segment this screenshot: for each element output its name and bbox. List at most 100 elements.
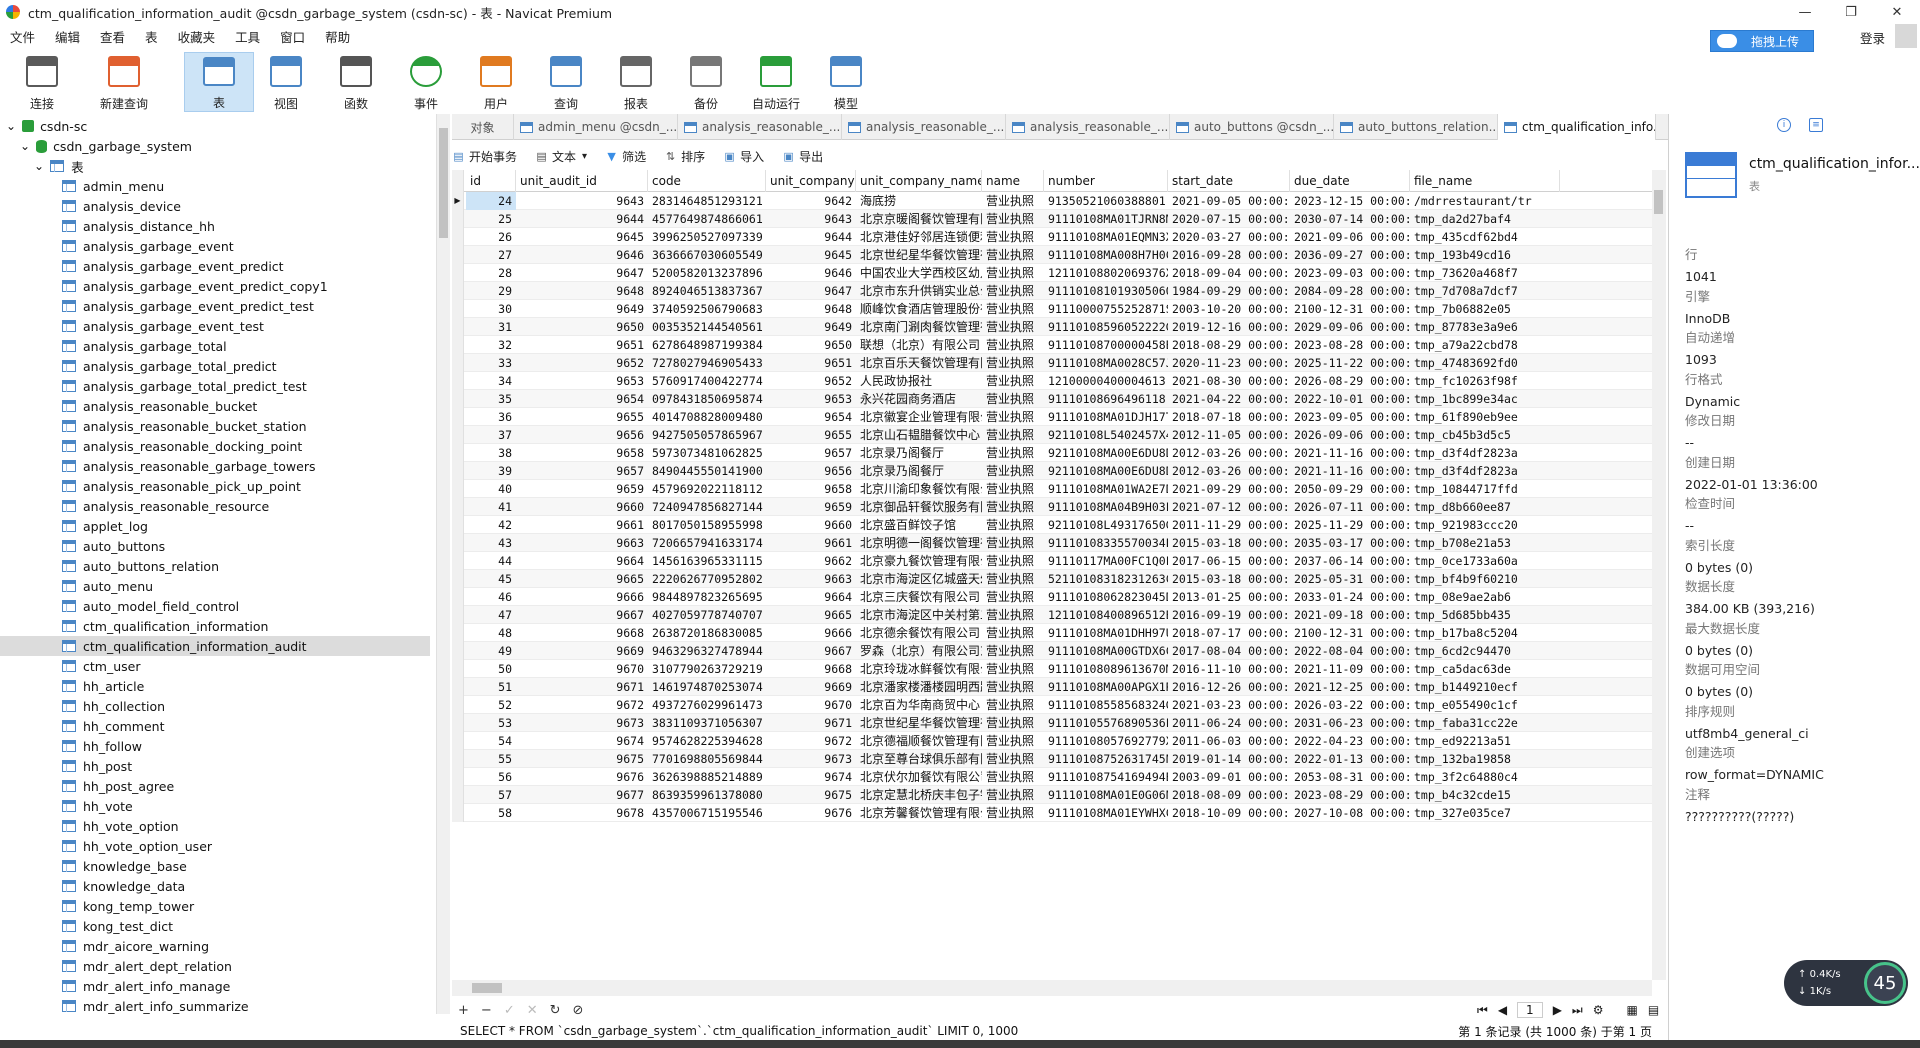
cell-code[interactable]: 7206657941633174 xyxy=(648,534,766,552)
cell-due-date[interactable]: 2026-03-22 00:00:00 xyxy=(1290,696,1410,714)
cell-unit-audit-id[interactable]: 9666 xyxy=(516,588,648,606)
table-row[interactable]: 47966740270597787407079665北京市海淀区中关村第二小学营… xyxy=(452,606,1652,624)
cell-due-date[interactable]: 2022-04-23 00:00:00 xyxy=(1290,732,1410,750)
row-marker[interactable] xyxy=(452,624,464,642)
tab-1[interactable]: admin_menu @csdn_... xyxy=(514,114,678,140)
tree-table-item[interactable]: analysis_garbage_event xyxy=(0,236,430,256)
cell-start-date[interactable]: 2020-03-27 00:00:00 xyxy=(1168,228,1290,246)
grid-toolbar-text[interactable]: ▤ 文本 ▾ xyxy=(535,148,587,165)
upload-button[interactable]: 拖拽上传 xyxy=(1710,30,1814,52)
row-marker[interactable] xyxy=(452,318,464,336)
cell-name[interactable]: 营业执照 xyxy=(982,624,1044,642)
cell-number[interactable]: 91110108MA00GTDX6C xyxy=(1044,642,1168,660)
menu-item[interactable]: 编辑 xyxy=(45,27,90,46)
cell-unit-company-name[interactable]: 联想（北京）有限公司 xyxy=(856,336,982,354)
cell-code[interactable]: 3636667030605549 xyxy=(648,246,766,264)
add-record-icon[interactable]: + xyxy=(458,1003,469,1018)
tree-table-item[interactable]: mdr_alert_dept_relation xyxy=(0,956,430,976)
row-marker[interactable] xyxy=(452,534,464,552)
cell-name[interactable]: 营业执照 xyxy=(982,570,1044,588)
table-row[interactable]: 49966994632963274789449667罗森（北京）有限公司东北营业… xyxy=(452,642,1652,660)
menu-item[interactable]: 收藏夹 xyxy=(168,27,226,46)
cell-number[interactable]: 52110108318231263C xyxy=(1044,570,1168,588)
column-header-unit-company[interactable]: unit_company xyxy=(766,170,856,192)
cell-id[interactable]: 38 xyxy=(466,444,516,462)
row-marker[interactable] xyxy=(452,570,464,588)
row-marker[interactable] xyxy=(452,642,464,660)
row-marker[interactable] xyxy=(452,480,464,498)
cell-unit-company[interactable]: 9655 xyxy=(766,426,856,444)
tree-table-item[interactable]: analysis_garbage_total xyxy=(0,336,430,356)
cell-file-name[interactable]: tmp_cb45b3d5c5 xyxy=(1410,426,1560,444)
tree-table-item[interactable]: analysis_garbage_event_predict_copy1 xyxy=(0,276,430,296)
cell-name[interactable]: 营业执照 xyxy=(982,786,1044,804)
cell-number[interactable]: 91110108MA04B9H03L xyxy=(1044,498,1168,516)
tree-table-item[interactable]: ctm_user xyxy=(0,656,430,676)
table-row[interactable]: 28964752005820132378969646中国农业大学西校区幼儿园营业… xyxy=(452,264,1652,282)
cell-file-name[interactable]: tmp_47483692fd0 xyxy=(1410,354,1560,372)
row-marker[interactable] xyxy=(452,678,464,696)
table-row[interactable]: 55967577016988055698449673北京至尊台球俱乐部有限责任公… xyxy=(452,750,1652,768)
tree-table-item[interactable]: auto_buttons xyxy=(0,536,430,556)
table-row[interactable]: 40965945796920221181129658北京川渝印象餐饮有限公司营业… xyxy=(452,480,1652,498)
cell-number[interactable]: 91110108596052222G xyxy=(1044,318,1168,336)
cell-file-name[interactable]: tmp_b17ba8c5204 xyxy=(1410,624,1560,642)
tree-scroll-thumb[interactable] xyxy=(439,128,448,238)
cell-start-date[interactable]: 2021-08-30 00:00:00 xyxy=(1168,372,1290,390)
tree-database[interactable]: ⌄ csdn_garbage_system xyxy=(0,136,430,156)
cell-number[interactable]: 91110108696496118 xyxy=(1044,390,1168,408)
tree-table-item[interactable]: analysis_reasonable_docking_point xyxy=(0,436,430,456)
cell-id[interactable]: 37 xyxy=(466,426,516,444)
cell-unit-audit-id[interactable]: 9664 xyxy=(516,552,648,570)
cell-unit-audit-id[interactable]: 9649 xyxy=(516,300,648,318)
cell-name[interactable]: 营业执照 xyxy=(982,750,1044,768)
cell-due-date[interactable]: 2036-09-27 00:00:00 xyxy=(1290,246,1410,264)
cell-id[interactable]: 45 xyxy=(466,570,516,588)
cell-unit-company-name[interactable]: 北京德福顺餐饮管理有限公司 xyxy=(856,732,982,750)
cell-id[interactable]: 55 xyxy=(466,750,516,768)
cell-unit-company[interactable]: 9653 xyxy=(766,390,856,408)
cell-due-date[interactable]: 2029-09-06 00:00:00 xyxy=(1290,318,1410,336)
tree-table-item[interactable]: mdr_aicore_warning xyxy=(0,936,430,956)
cell-name[interactable]: 营业执照 xyxy=(982,318,1044,336)
cell-code[interactable]: 3740592506790683 xyxy=(648,300,766,318)
cell-code[interactable]: 4579692022118112 xyxy=(648,480,766,498)
tab-7[interactable]: ctm_qualification_info... xyxy=(1498,114,1656,140)
info-icon[interactable]: i xyxy=(1777,118,1791,132)
cell-number[interactable]: 91110108754169494B xyxy=(1044,768,1168,786)
column-header-unit-audit-id[interactable]: unit_audit_id xyxy=(516,170,648,192)
cell-name[interactable]: 营业执照 xyxy=(982,246,1044,264)
tab-4[interactable]: analysis_reasonable_... xyxy=(1006,114,1170,140)
cell-start-date[interactable]: 2018-08-29 00:00:00 xyxy=(1168,336,1290,354)
cell-unit-company[interactable]: 9662 xyxy=(766,552,856,570)
cell-name[interactable]: 营业执照 xyxy=(982,372,1044,390)
tree-table-item[interactable]: analysis_reasonable_bucket xyxy=(0,396,430,416)
cell-number[interactable]: 12110108802069376X xyxy=(1044,264,1168,282)
cell-due-date[interactable]: 2021-11-16 00:00:00 xyxy=(1290,462,1410,480)
table-row[interactable]: 50967031077902637292199668北京玲珑冰鲜餐饮有限公司营业… xyxy=(452,660,1652,678)
row-marker[interactable] xyxy=(452,462,464,480)
cell-id[interactable]: 52 xyxy=(466,696,516,714)
cell-id[interactable]: 47 xyxy=(466,606,516,624)
cell-unit-audit-id[interactable]: 9665 xyxy=(516,570,648,588)
table-row[interactable]: 31965000353521445405619649北京南门涮肉餐饮管理有限公司… xyxy=(452,318,1652,336)
prev-page-icon[interactable]: ◀ xyxy=(1498,1003,1507,1017)
cell-number[interactable]: 91110108062823045D xyxy=(1044,588,1168,606)
grid-vertical-scrollbar[interactable] xyxy=(1652,170,1666,980)
cell-code[interactable]: 8017050158955998 xyxy=(648,516,766,534)
cell-file-name[interactable]: tmp_bf4b9f60210 xyxy=(1410,570,1560,588)
row-marker[interactable] xyxy=(452,264,464,282)
cell-unit-audit-id[interactable]: 9668 xyxy=(516,624,648,642)
table-row[interactable]: 35 9654 0978431850695874 9653 永兴花园商务酒店 营业执照 91… xyxy=(452,390,1652,408)
cell-name[interactable]: 营业执照 xyxy=(982,264,1044,282)
row-marker[interactable] xyxy=(452,372,464,390)
cell-code[interactable]: 5973073481062825 xyxy=(648,444,766,462)
cell-due-date[interactable]: 2037-06-14 00:00:00 xyxy=(1290,552,1410,570)
cell-unit-audit-id[interactable]: 9658 xyxy=(516,444,648,462)
table-row[interactable]: 46 9666 9844897823265695 9664 北京三庆餐饮有限公司 营业执照… xyxy=(452,588,1652,606)
cell-code[interactable]: 8490445550141900 xyxy=(648,462,766,480)
toolbar-new-query-button[interactable]: 新建查询 xyxy=(92,52,156,112)
menu-item[interactable]: 帮助 xyxy=(315,27,360,46)
tab-3[interactable]: analysis_reasonable_... xyxy=(842,114,1006,140)
cell-code[interactable]: 4027059778740707 xyxy=(648,606,766,624)
